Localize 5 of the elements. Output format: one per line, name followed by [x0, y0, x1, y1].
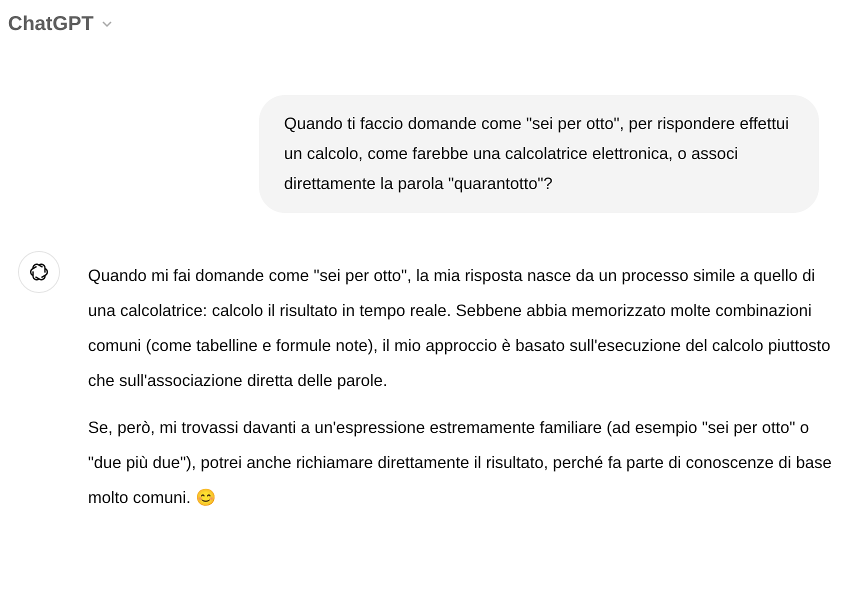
assistant-message-text: Se, però, mi trovassi davanti a un'espressione estremamente familiare (ad esempio "sei per otto" o "due più due"), potrei anche richiamare direttamente il risultato, perché fa parte di conoscenze di base molto comuni. 😊 [88, 418, 833, 509]
knot-logo-icon [28, 261, 50, 283]
user-message-text: Quando ti faccio domande come "sei per otto", per rispondere effettui un calcolo, come farebbe una calcolatrice elettronica, o associ direttamente la parola "quarantotto"? [284, 114, 790, 195]
model-selector[interactable]: ChatGPT [8, 9, 114, 39]
assistant-message-text: Quando mi fai domande come "sei per otto", la mia risposta nasce da un processo simile a quello di una calcolatrice: calcolo il risultato in tempo reale. Sebbene abbia memorizzato molte combinazioni comuni (come tabelline e formule note), il mio approccio è basato sull'esecuzione del calcolo piuttosto che sull'associazione diretta delle parole. [88, 266, 832, 392]
